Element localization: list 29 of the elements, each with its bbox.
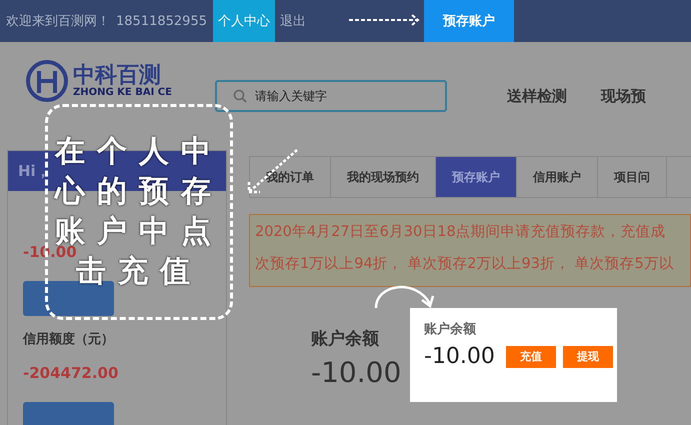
- search-field[interactable]: 请输入关键字: [215, 80, 447, 112]
- card-label: 账户余额: [424, 320, 477, 338]
- logo-text: 中科百测: [73, 64, 162, 86]
- deposit-account-button[interactable]: 预存账户: [424, 0, 514, 42]
- balance-amount: -10.00: [311, 356, 402, 389]
- nav-link[interactable]: 送样检测: [507, 86, 567, 106]
- dotted-arrow-icon: [348, 13, 422, 27]
- greeting-text: Hi，: [18, 162, 51, 180]
- notice-text: 2020年4月27日至6月30日18点期间申请充值预存款，充值成: [255, 222, 667, 241]
- balance-label: 账户余额: [311, 328, 379, 350]
- card-amount: -10.00: [424, 344, 495, 369]
- tab[interactable]: 项目问: [598, 157, 667, 197]
- search-icon: [233, 89, 247, 103]
- logo-subtitle: ZHONG KE BAI CE: [73, 86, 172, 98]
- top-link[interactable]: 退出: [274, 0, 311, 42]
- credit-label: 信用额度（元）: [23, 330, 114, 348]
- logo-icon: [25, 59, 69, 103]
- card-button[interactable]: 提现: [562, 346, 613, 368]
- credit-value: -204472.00: [23, 364, 118, 382]
- tab[interactable]: 信用账户: [517, 157, 598, 197]
- nav-link[interactable]: 现场预: [601, 86, 646, 106]
- welcome-text: 欢迎来到百测网！: [6, 13, 110, 30]
- tab[interactable]: 预存账户: [436, 157, 517, 197]
- annotation-text: 在个人中: [55, 134, 223, 170]
- card-button[interactable]: 充值: [506, 346, 556, 368]
- annotation-text: 击充值: [76, 254, 202, 290]
- notice-text: 次预存1万以上94折， 单次预存2万以上93折， 单次预存5万以: [255, 255, 675, 273]
- top-link[interactable]: 个人中心: [212, 0, 275, 42]
- phone-number: 18511852955: [116, 14, 207, 28]
